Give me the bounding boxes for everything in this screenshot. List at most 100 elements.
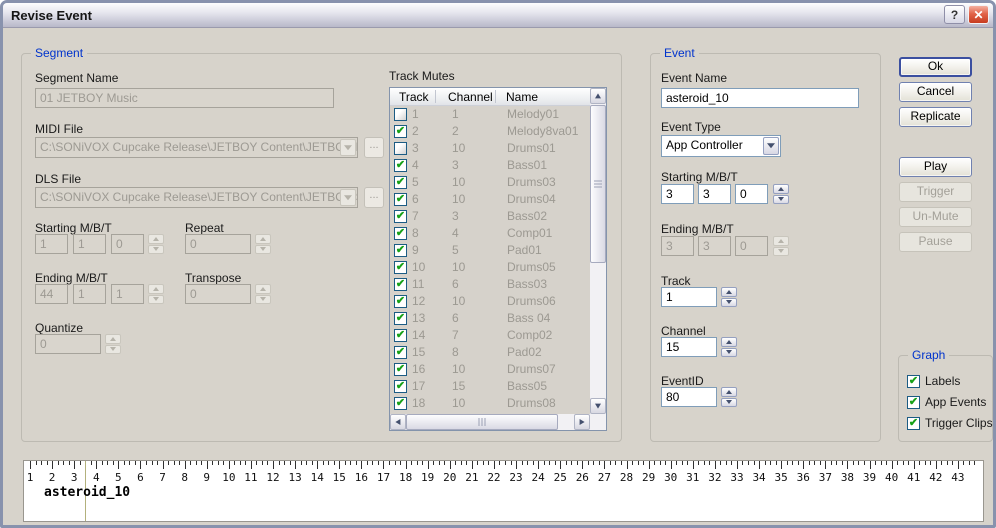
ruler-tick	[102, 461, 103, 465]
ruler-tick	[383, 461, 384, 469]
vertical-scroll-thumb[interactable]	[590, 105, 606, 263]
track-field[interactable]: 1	[661, 287, 717, 307]
ruler-tick	[511, 461, 512, 465]
track-mute-checkbox[interactable]: ✔	[394, 346, 407, 359]
ruler-measure-number: 2	[49, 471, 56, 484]
ruler-tick	[36, 461, 37, 465]
quantize-spinner	[105, 334, 121, 354]
track-row: ✔610Drums04	[390, 191, 590, 208]
track-mute-checkbox[interactable]: ✔	[394, 193, 407, 206]
track-mute-checkbox[interactable]: ✔	[394, 380, 407, 393]
vertical-scrollbar[interactable]	[590, 88, 606, 414]
track-mute-checkbox[interactable]: ✔	[394, 227, 407, 240]
column-header-name[interactable]: Name	[506, 90, 538, 104]
track-spinner[interactable]	[721, 287, 737, 307]
track-mute-checkbox[interactable]: ✔	[394, 329, 407, 342]
ruler-tick	[781, 461, 782, 469]
ruler-measure-number: 39	[863, 471, 876, 484]
ruler-tick	[494, 461, 495, 469]
track-mute-checkbox[interactable]: ✔	[394, 312, 407, 325]
channel-spinner[interactable]	[721, 337, 737, 357]
track-mute-checkbox[interactable]: ✔	[394, 244, 407, 257]
ruler-tick	[267, 461, 268, 465]
ruler-tick	[207, 461, 208, 469]
ruler-tick	[152, 461, 153, 465]
titlebar[interactable]: Revise Event	[3, 3, 993, 28]
track-mute-checkbox[interactable]: ✔	[394, 397, 407, 410]
track-mute-checkbox[interactable]: ✔	[394, 363, 407, 376]
ruler-tick	[218, 461, 219, 465]
ruler-measure-number: 34	[752, 471, 765, 484]
ruler-tick	[63, 461, 64, 465]
scroll-down-icon[interactable]	[590, 398, 606, 414]
track-mute-checkbox[interactable]	[394, 108, 407, 121]
spin-down-icon[interactable]	[721, 298, 737, 308]
spin-down-icon[interactable]	[721, 348, 737, 358]
column-header-channel[interactable]: Channel	[448, 90, 493, 104]
event-type-combo[interactable]: App Controller	[661, 135, 781, 157]
spin-up-icon	[255, 284, 271, 294]
ruler-tick	[947, 461, 948, 465]
replicate-button[interactable]: Replicate	[899, 107, 972, 127]
play-button[interactable]: Play	[899, 157, 972, 177]
timeline-ruler[interactable]: 1234567891011121314151617181920212223242…	[23, 460, 984, 522]
track-list-header[interactable]: Track Channel Name	[390, 88, 590, 106]
event-starting-measure-field[interactable]: 3	[661, 184, 694, 204]
chevron-down-icon	[340, 189, 356, 206]
scroll-left-icon[interactable]	[390, 414, 406, 430]
track-mute-checkbox[interactable]: ✔	[394, 261, 407, 274]
track-mute-checkbox[interactable]: ✔	[394, 210, 407, 223]
track-label: Track	[661, 274, 691, 288]
ruler-measure-number: 19	[421, 471, 434, 484]
track-cell-name: Drums03	[507, 175, 556, 189]
event-starting-mbt-spinner[interactable]	[773, 184, 789, 204]
spin-down-icon[interactable]	[773, 195, 789, 205]
horizontal-scroll-thumb[interactable]	[406, 414, 558, 430]
track-mute-checkbox[interactable]: ✔	[394, 176, 407, 189]
midi-file-label: MIDI File	[35, 122, 83, 136]
track-mute-checkbox[interactable]: ✔	[394, 295, 407, 308]
graph-option-checkbox[interactable]: ✔	[907, 417, 920, 430]
ruler-tick	[339, 461, 340, 469]
track-mute-checkbox[interactable]: ✔	[394, 278, 407, 291]
track-mute-checkbox[interactable]: ✔	[394, 125, 407, 138]
spin-up-icon[interactable]	[721, 387, 737, 397]
track-mute-checkbox[interactable]	[394, 142, 407, 155]
event-name-field[interactable]: asteroid_10	[661, 88, 859, 108]
scroll-right-icon[interactable]	[574, 414, 590, 430]
channel-field[interactable]: 15	[661, 337, 717, 357]
track-mute-checkbox[interactable]: ✔	[394, 159, 407, 172]
horizontal-scrollbar[interactable]	[390, 414, 590, 430]
event-ending-measure-field: 3	[661, 236, 694, 256]
ruler-measure-number: 33	[730, 471, 743, 484]
ruler-tick	[555, 461, 556, 465]
ruler-tick	[842, 461, 843, 465]
track-cell-number: 18	[412, 396, 425, 410]
graph-option-checkbox[interactable]: ✔	[907, 375, 920, 388]
track-mutes-list[interactable]: Track Channel Name 11Melody01✔22Melody8v…	[389, 87, 607, 431]
spin-up-icon[interactable]	[721, 337, 737, 347]
cancel-button[interactable]: Cancel	[899, 82, 972, 102]
event-id-field[interactable]: 80	[661, 387, 717, 407]
spin-up-icon[interactable]	[721, 287, 737, 297]
ruler-event-label: asteroid_10	[44, 485, 130, 500]
spin-up-icon[interactable]	[773, 184, 789, 194]
graph-option-checkbox[interactable]: ✔	[907, 396, 920, 409]
scroll-up-icon[interactable]	[590, 88, 606, 104]
ruler-tick	[124, 461, 125, 465]
chevron-down-icon[interactable]	[763, 137, 779, 155]
close-icon[interactable]: ✕	[968, 5, 989, 24]
column-header-track[interactable]: Track	[399, 90, 429, 104]
event-starting-beat-field[interactable]: 3	[698, 184, 731, 204]
ok-button[interactable]: Ok	[899, 57, 972, 77]
event-id-spinner[interactable]	[721, 387, 737, 407]
graph-option-label: Trigger Clips	[925, 416, 993, 430]
event-starting-tick-field[interactable]: 0	[735, 184, 768, 204]
track-cell-channel: 10	[452, 175, 465, 189]
ruler-tick	[720, 461, 721, 465]
ruler-tick	[450, 461, 451, 469]
spin-down-icon[interactable]	[721, 398, 737, 408]
ruler-tick	[433, 461, 434, 465]
spin-up-icon	[148, 234, 164, 244]
help-button[interactable]: ?	[944, 5, 965, 24]
